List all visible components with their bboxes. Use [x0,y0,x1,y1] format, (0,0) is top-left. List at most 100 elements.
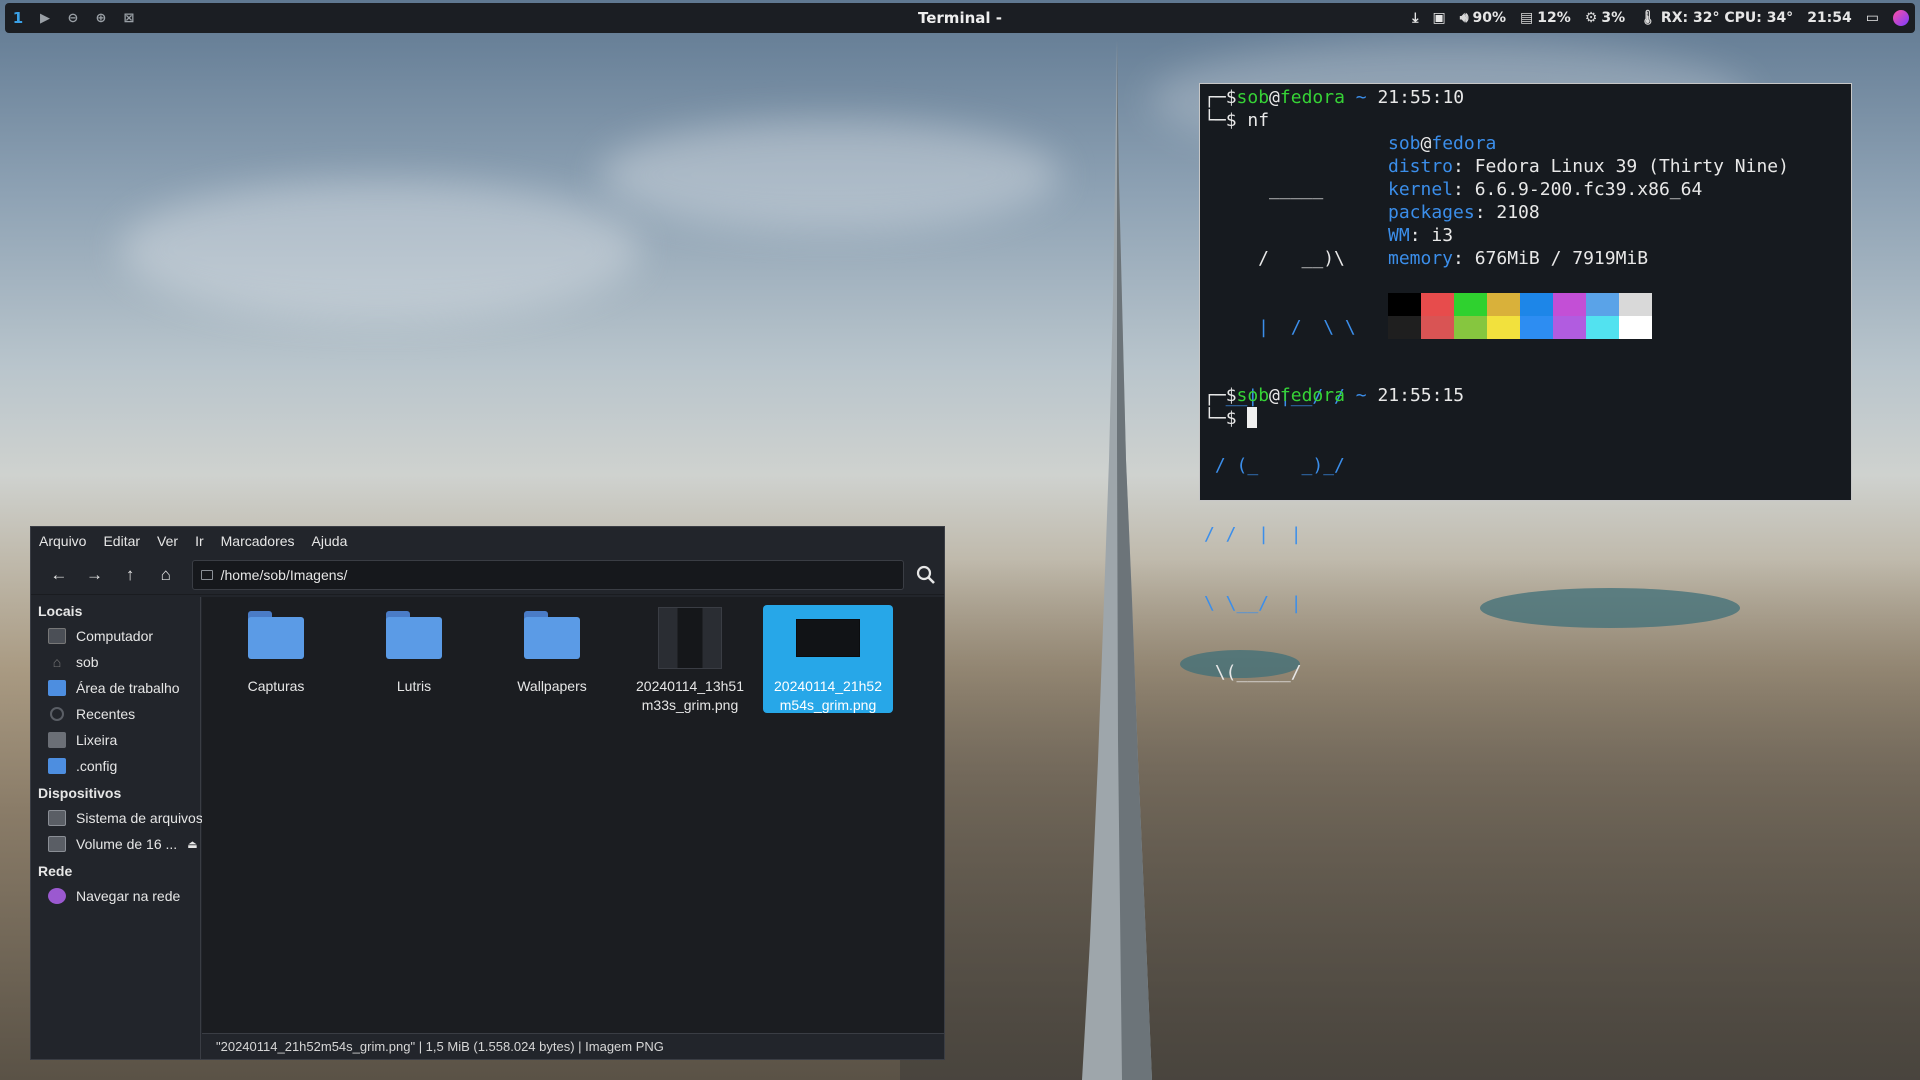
color-swatch [1421,293,1454,316]
input-line[interactable]: └─$ [1204,407,1464,430]
cpu-indicator[interactable]: ⚙ 3% [1585,10,1625,26]
color-swatch [1553,293,1586,316]
menu-arquivo[interactable]: Arquivo [39,533,86,549]
info-row: WM: i3 [1388,225,1454,246]
tray-window-icon[interactable]: ▭ [1866,10,1879,26]
sidebar-item-desktop[interactable]: Área de trabalho [31,675,200,701]
lake [1480,588,1740,628]
sidebar-item-network[interactable]: Navegar na rede [31,883,200,909]
ascii-line: \(_____/ [1204,662,1302,683]
close-square-icon[interactable]: ⊠ [121,10,137,26]
color-swatch [1619,293,1652,316]
location-bar[interactable]: /home/sob/Imagens/ [191,559,905,590]
menu-marcadores[interactable]: Marcadores [221,533,295,549]
download-icon[interactable]: ⤓ [1412,10,1418,26]
cloud [600,120,1060,230]
cloud [120,180,640,320]
folder-item-lutris[interactable]: Lutris [349,605,479,713]
terminal-window[interactable]: ┌─$sob@fedora ~ 21:55:10 └─$ nf _____ / … [1199,83,1852,683]
cpu-icon: ⚙ [1584,10,1598,26]
top-bar: 1 ▶ ⊖ ⊕ ⊠ Terminal - ⤓ ▣ 🔊︎ 90% ▤ 12% ⚙ 3% … [5,3,1915,33]
image-icon[interactable]: ▣ [1432,10,1445,26]
info-user: sob [1388,133,1421,154]
info-row: kernel: 6.6.9-200.fc39.x86_64 [1388,179,1703,200]
sidebar-item-recentes[interactable]: Recentes [31,701,200,727]
play-icon[interactable]: ▶ [37,10,53,26]
trash-icon [48,732,66,748]
back-arrow-icon[interactable]: ← [41,559,77,591]
drive-icon [200,569,213,580]
info-title: sob@fedora [1388,132,1789,155]
info-value: i3 [1420,225,1454,246]
sidebar-heading-rede: Rede [38,863,73,879]
info-row: memory: 676MiB / 7919MiB [1388,248,1649,269]
prompt-at: @ [1269,87,1280,108]
forward-arrow-icon[interactable]: → [77,559,113,591]
folder-item-capturas[interactable]: Capturas [211,605,341,713]
file-item-screenshot-2[interactable]: 20240114_21h52m54s_grim.png [763,605,893,713]
city-background [900,560,1920,1080]
home-icon[interactable]: ⌂ [148,559,184,591]
temperature-indicator[interactable]: 🌡︎ RX: 32° CPU: 34° [1639,10,1793,26]
sidebar-item-label: Sistema de arquivos [76,810,203,826]
file-label: 20240114_13h51m33s_grim.png [636,678,744,713]
info-host: fedora [1431,133,1497,154]
color-swatch [1520,316,1553,339]
color-swatch [1487,316,1520,339]
prompt-bracket: └─ [1204,408,1226,429]
file-view: Capturas Lutris Wallpapers 20240114_13h5… [202,597,944,1033]
back-circle-icon[interactable]: ⊖ [65,10,81,26]
menu-editar[interactable]: Editar [103,533,140,549]
color-swatch [1388,316,1421,339]
prompt-time: 21:55:10 [1377,87,1465,108]
memory-indicator[interactable]: ▤ 12% [1520,10,1571,26]
prompt-line: ┌─$sob@fedora ~ 21:55:15 [1204,384,1464,407]
eject-icon[interactable]: ⏏ [187,838,197,851]
menu-ver[interactable]: Ver [157,533,178,549]
file-item-screenshot-1[interactable]: 20240114_13h51m33s_grim.png [625,605,755,713]
status-bar: "20240114_21h52m54s_grim.png" | 1,5 MiB … [202,1033,944,1059]
color-palette [1388,293,1652,339]
drive-icon [48,810,66,826]
folder-item-wallpapers[interactable]: Wallpapers [487,605,617,713]
workspace-indicator[interactable]: 1 [11,9,25,27]
volume-indicator[interactable]: 🔊︎ 90% [1460,10,1506,26]
file-label: Capturas [247,678,305,694]
prompt-block: ┌─$sob@fedora ~ 21:55:15 └─$ [1204,384,1464,430]
sidebar-item-label: Lixeira [76,732,118,748]
folder-icon [524,611,580,659]
ascii-line: _____ [1204,179,1324,200]
sidebar-item-computador[interactable]: Computador [31,623,200,649]
sidebar-item-volume[interactable]: Volume de 16 ... ⏏ [31,831,200,857]
prompt-at: @ [1269,385,1280,406]
tray-app-icon[interactable] [1893,10,1909,26]
prompt-host: fedora [1279,87,1345,108]
sidebar-item-config[interactable]: .config [31,753,200,779]
color-swatch [1520,293,1553,316]
sidebar-item-label: .config [76,758,118,774]
color-swatch [1619,316,1652,339]
info-key: packages [1388,202,1475,223]
search-icon[interactable] [908,559,944,591]
info-value: 676MiB / 7919MiB [1463,248,1649,269]
prompt-dollar: $ [1225,87,1237,108]
sidebar-item-home[interactable]: ⌂ sob [31,649,200,675]
clock[interactable]: 21:54 [1807,10,1852,26]
sidebar-item-filesystem[interactable]: Sistema de arquivos [31,805,203,831]
file-label: Wallpapers [517,678,587,694]
fedora-ascii-logo: _____ / __)\ | / \ \ __| |__/ / / (_ _)_… [1204,132,1356,730]
up-arrow-icon[interactable]: ↑ [112,559,148,591]
color-swatch [1586,293,1619,316]
prompt-user: sob [1236,385,1270,406]
color-swatch [1454,316,1487,339]
menu-ir[interactable]: Ir [195,533,204,549]
forward-circle-icon[interactable]: ⊕ [93,10,109,26]
prompt-bracket: ┌─ [1204,87,1226,108]
info-key: distro [1388,156,1454,177]
sidebar-item-label: sob [76,654,99,670]
info-value: 6.6.9-200.fc39.x86_64 [1463,179,1703,200]
info-at: @ [1420,133,1432,154]
sidebar-item-lixeira[interactable]: Lixeira [31,727,200,753]
menu-ajuda[interactable]: Ajuda [312,533,348,549]
desktop-folder-icon [48,680,66,696]
